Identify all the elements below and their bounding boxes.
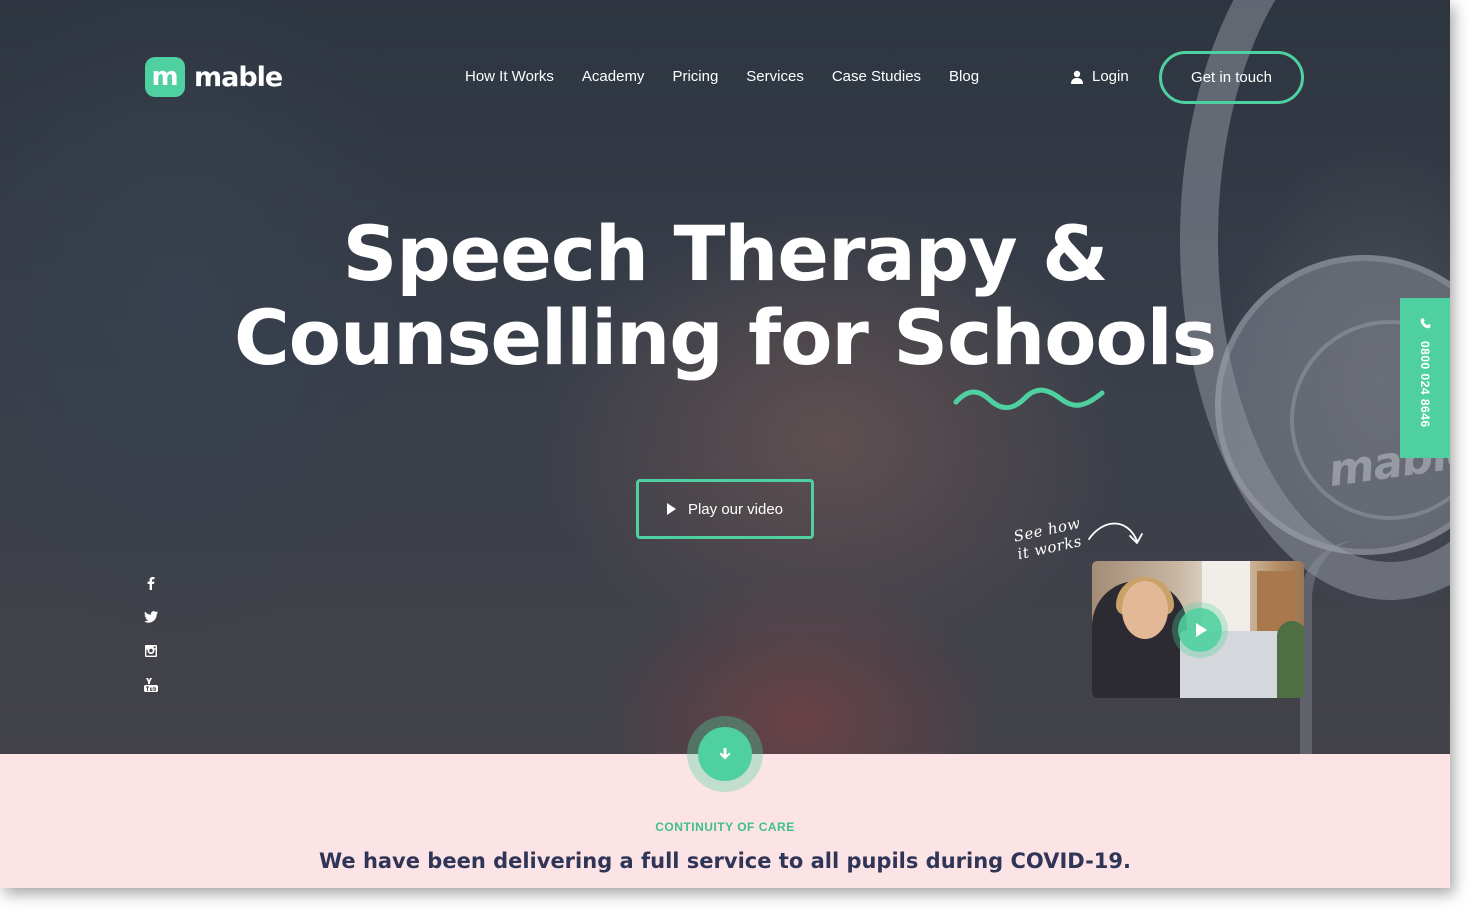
user-icon: [1071, 70, 1083, 84]
login-label: Login: [1092, 68, 1129, 85]
login-link[interactable]: Login: [1070, 68, 1129, 85]
nav-item-blog[interactable]: Blog: [949, 68, 979, 85]
squiggle-underline: [953, 387, 1105, 411]
curved-arrow-icon: [1088, 522, 1143, 544]
facebook-link[interactable]: [143, 574, 159, 592]
nav-item-how-it-works[interactable]: How It Works: [465, 68, 554, 85]
twitter-icon: [144, 611, 158, 623]
logo-mark: m: [145, 57, 185, 97]
page: mable m mable How It Works Academy Prici…: [0, 0, 1450, 888]
play-video-label: Play our video: [687, 500, 784, 518]
youtube-icon: [144, 678, 158, 692]
play-video-button[interactable]: Play our video: [636, 479, 814, 539]
logo-text: mable: [194, 61, 283, 93]
hero-title: Speech Therapy & Counselling for Schools: [0, 212, 1450, 380]
arrow-down-icon: [719, 748, 731, 760]
get-in-touch-button[interactable]: Get in touch: [1159, 51, 1304, 104]
hero-title-line-1: Speech Therapy &: [342, 209, 1109, 298]
twitter-link[interactable]: [143, 608, 159, 626]
instagram-link[interactable]: [143, 642, 159, 660]
thumbnail-person: [1092, 577, 1187, 698]
nav-item-case-studies[interactable]: Case Studies: [832, 68, 921, 85]
hero-title-line-2: Counselling for Schools: [234, 293, 1217, 382]
thumbnail-plant: [1277, 621, 1304, 698]
scroll-down-button[interactable]: [698, 727, 752, 781]
phone-icon: [1420, 318, 1431, 329]
nav-item-pricing[interactable]: Pricing: [672, 68, 718, 85]
main-nav: How It Works Academy Pricing Services Ca…: [465, 68, 979, 85]
phone-number: 0800 024 8646: [1418, 341, 1432, 428]
youtube-link[interactable]: [143, 676, 159, 694]
play-icon: [666, 503, 676, 515]
hero-section: mable m mable How It Works Academy Prici…: [0, 0, 1450, 754]
thumbnail-play-button[interactable]: [1178, 608, 1222, 652]
section-heading: We have been delivering a full service t…: [318, 849, 1132, 873]
phone-tab[interactable]: 0800 024 8646: [1400, 298, 1450, 458]
logo[interactable]: m mable: [145, 57, 283, 97]
thumbnail-head: [1122, 581, 1168, 639]
facebook-icon: [147, 577, 155, 590]
instagram-icon: [145, 645, 157, 657]
social-links: [143, 574, 159, 694]
video-thumbnail[interactable]: [1092, 561, 1304, 698]
play-icon: [1196, 623, 1207, 637]
section-eyebrow: CONTINUITY OF CARE: [655, 820, 795, 834]
nav-item-services[interactable]: Services: [746, 68, 804, 85]
nav-item-academy[interactable]: Academy: [582, 68, 645, 85]
